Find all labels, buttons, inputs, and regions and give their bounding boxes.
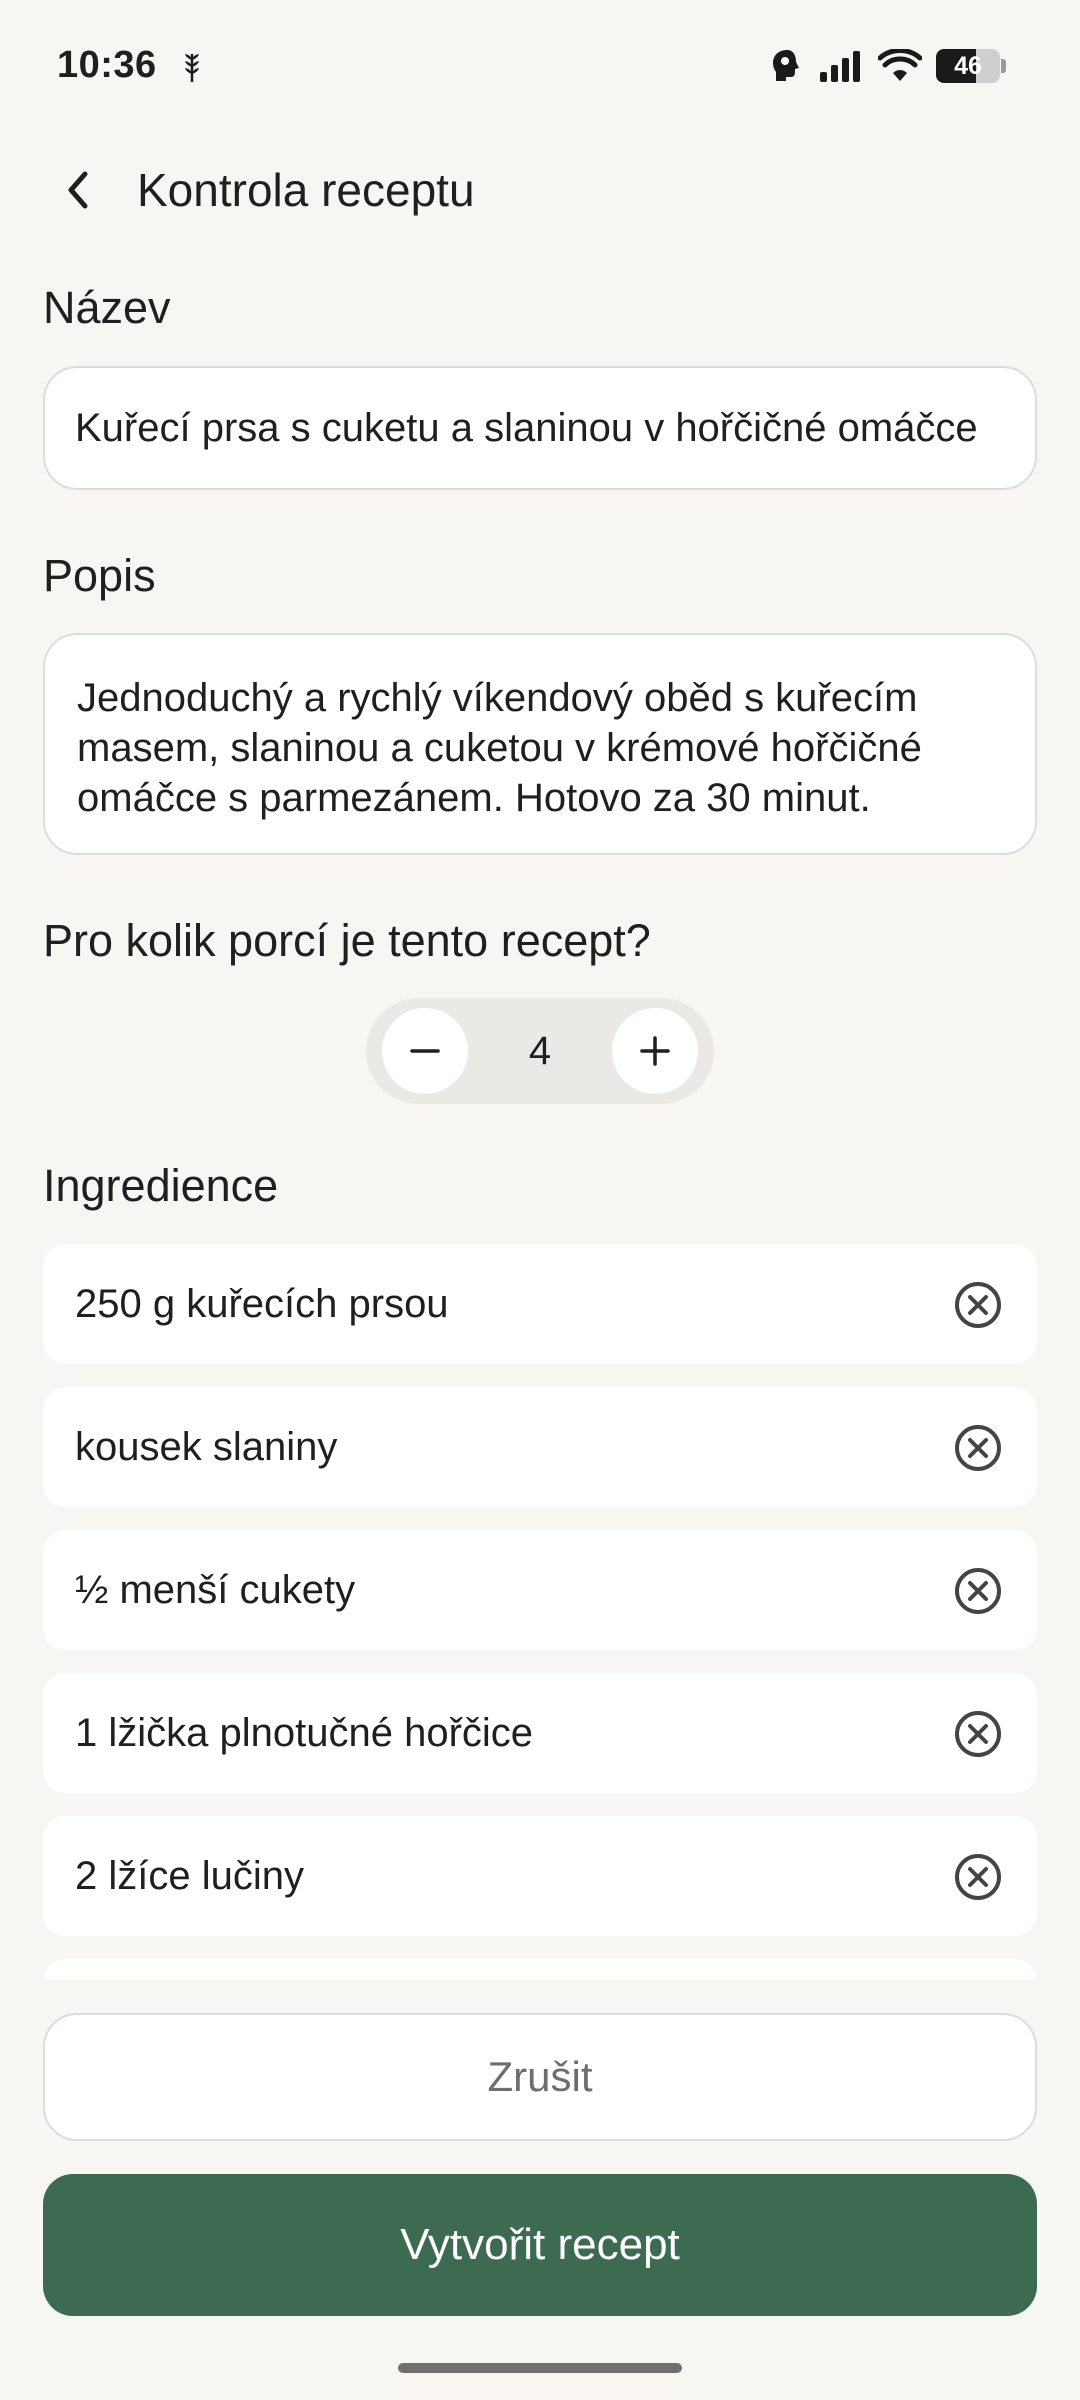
plus-icon <box>640 1036 670 1066</box>
ingredient-text: 1 lžička plnotučné hořčice <box>75 1711 534 1755</box>
close-circle-icon <box>955 1568 1001 1614</box>
ingredient-item[interactable]: ½ menší cukety <box>43 1530 1037 1650</box>
ingredient-item-partial[interactable] <box>43 1959 1037 1980</box>
cancel-button[interactable]: Zrušit <box>43 2013 1037 2141</box>
signal-icon <box>820 51 860 82</box>
ingredient-item[interactable]: 250 g kuřecích prsou <box>43 1244 1037 1364</box>
ingredient-text: 2 lžíce lučiny <box>75 1854 304 1898</box>
status-bar: 10:36 46 <box>0 0 1080 130</box>
battery-level: 46 <box>954 52 982 80</box>
recipe-review-screen: 10:36 46 Kontrola receptu Název Kuřecí p… <box>0 0 1080 2400</box>
description-label: Popis <box>43 550 156 601</box>
ingredient-item[interactable]: 2 lžíce lučiny <box>43 1816 1037 1936</box>
ingredients-list[interactable]: 250 g kuřecích prsou kousek slaniny ½ me… <box>43 1244 1037 1980</box>
create-recipe-button[interactable]: Vytvořit recept <box>43 2174 1037 2316</box>
battery-icon: 46 <box>936 49 1006 83</box>
ingredient-text: 250 g kuřecích prsou <box>75 1282 449 1326</box>
remove-ingredient-button[interactable] <box>953 1852 1003 1902</box>
close-circle-icon <box>955 1711 1001 1757</box>
page-title: Kontrola receptu <box>137 164 475 216</box>
back-button[interactable] <box>50 162 106 218</box>
remove-ingredient-button[interactable] <box>953 1280 1003 1330</box>
ingredient-item[interactable]: kousek slaniny <box>43 1387 1037 1507</box>
status-time: 10:36 <box>57 44 157 86</box>
servings-stepper: 4 <box>366 998 714 1104</box>
description-input[interactable]: Jednoduchý a rychlý víkendový oběd s kuř… <box>43 633 1037 855</box>
name-label: Název <box>43 282 171 333</box>
wifi-icon <box>878 49 922 81</box>
remove-ingredient-button[interactable] <box>953 1566 1003 1616</box>
close-circle-icon <box>955 1282 1001 1328</box>
top-app-bar: Kontrola receptu <box>0 150 1080 230</box>
decrease-servings-button[interactable] <box>382 1008 468 1094</box>
remove-ingredient-button[interactable] <box>953 1423 1003 1473</box>
assistant-head-icon <box>773 50 799 81</box>
increase-servings-button[interactable] <box>612 1008 698 1094</box>
close-circle-icon <box>955 1854 1001 1900</box>
minus-icon <box>410 1049 440 1053</box>
servings-label: Pro kolik porcí je tento recept? <box>43 915 651 966</box>
home-indicator[interactable] <box>398 2363 682 2373</box>
ingredient-text: ½ menší cukety <box>75 1568 356 1612</box>
close-circle-icon <box>955 1425 1001 1471</box>
ingredient-item[interactable]: 1 lžička plnotučné hořčice <box>43 1673 1037 1793</box>
wheat-icon <box>185 54 199 82</box>
ingredient-text: kousek slaniny <box>75 1425 338 1469</box>
chevron-left-icon <box>68 171 88 209</box>
remove-ingredient-button[interactable] <box>953 1709 1003 1759</box>
status-icons: 46 <box>770 48 1006 84</box>
name-input[interactable]: Kuřecí prsa s cuketu a slaninou v hořčič… <box>43 366 1037 490</box>
ingredients-label: Ingredience <box>43 1160 279 1211</box>
